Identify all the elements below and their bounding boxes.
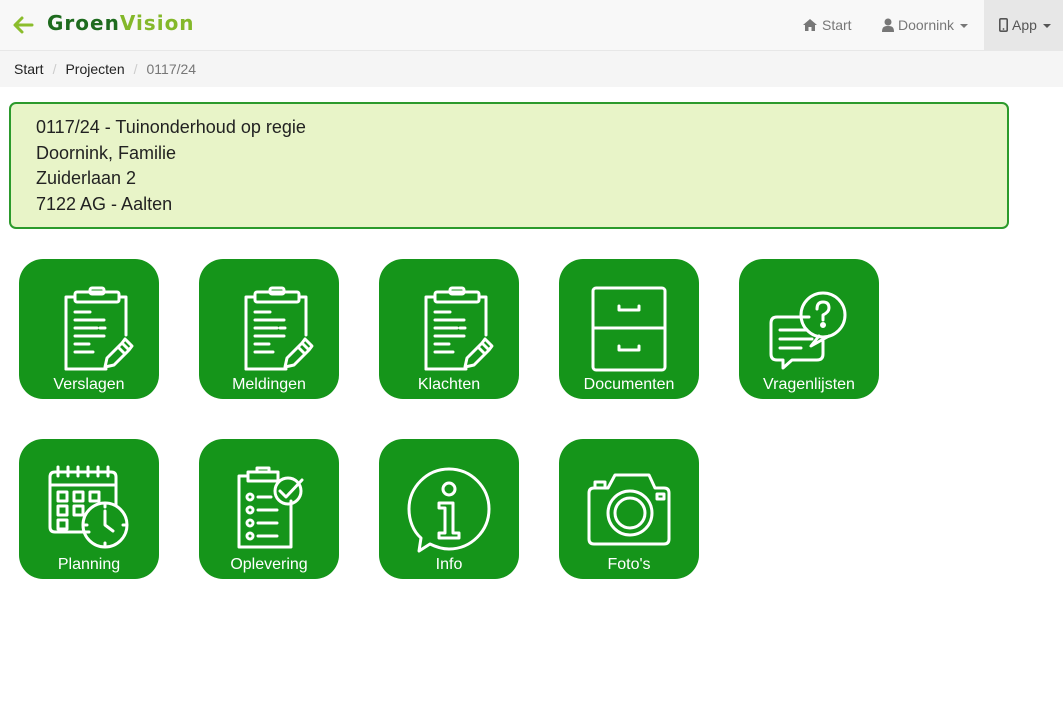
project-client: Doornink, Familie (36, 142, 177, 163)
tile-fotos[interactable]: Foto's (559, 439, 699, 579)
tile-label: Foto's (607, 556, 651, 573)
nav-user-menu[interactable]: Doornink (882, 0, 969, 50)
tile-label: Klachten (417, 376, 481, 393)
tile-label: Planning (57, 556, 121, 573)
tile-documenten[interactable]: Documenten (559, 259, 699, 399)
breadcrumb-separator: / (133, 61, 138, 77)
mobile-icon (999, 18, 1008, 32)
tile-meldingen[interactable]: Meldingen (199, 259, 339, 399)
brand-logo[interactable]: GroenVision (47, 11, 195, 35)
chevron-down-icon (960, 24, 969, 28)
tile-label: Vragenlijsten (763, 376, 855, 393)
tile-oplevering[interactable]: Oplevering (199, 439, 339, 579)
breadcrumb-separator: / (52, 61, 57, 77)
project-city: 7122 AG - Aalten (36, 193, 173, 214)
user-icon (882, 18, 894, 32)
tile-vragenlijsten[interactable]: Vragenlijsten (739, 259, 879, 399)
tile-verslagen[interactable]: Verslagen (19, 259, 159, 399)
tile-label: Meldingen (232, 376, 306, 393)
tile-label: Documenten (583, 376, 675, 393)
project-title: 0117/24 - Tuinonderhoud op regie (36, 117, 306, 137)
breadcrumb-projecten[interactable]: Projecten (65, 61, 124, 77)
tile-label: Info (435, 556, 463, 573)
tile-label: Verslagen (53, 376, 125, 393)
nav-start[interactable]: Start (802, 0, 852, 50)
back-arrow-icon[interactable] (11, 13, 35, 37)
chevron-down-icon (1042, 24, 1051, 28)
home-icon (803, 19, 817, 31)
nav-app-menu[interactable]: App (984, 0, 1063, 50)
top-navbar: GroenVision Start Doornink App (0, 0, 1063, 51)
breadcrumb-start[interactable]: Start (14, 61, 44, 77)
tile-planning[interactable]: Planning (19, 439, 159, 579)
project-info-panel: 0117/24 - Tuinonderhoud op regie Doornin… (9, 102, 1009, 229)
breadcrumb: Start / Projecten / 0117/24 (0, 51, 1063, 87)
tile-label: Oplevering (230, 556, 308, 573)
tile-info[interactable]: Info (379, 439, 519, 579)
breadcrumb-current: 0117/24 (146, 61, 197, 77)
project-street: Zuiderlaan 2 (36, 168, 137, 188)
tile-klachten[interactable]: Klachten (379, 259, 519, 399)
